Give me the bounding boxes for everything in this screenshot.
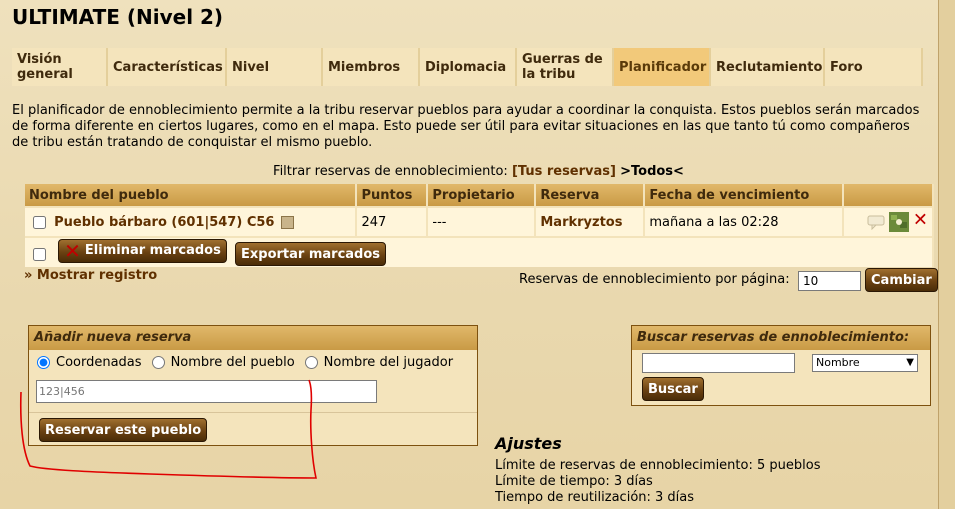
search-field-select[interactable]: Nombre ▼	[812, 354, 918, 372]
radio-coordinates[interactable]	[37, 356, 50, 369]
reservations-table: Nombre del pueblo Puntos Propietario Res…	[25, 184, 934, 267]
radio-coordinates-label: Coordenadas	[56, 355, 142, 370]
radio-village-name[interactable]	[151, 356, 165, 369]
radio-village-name-label: Nombre del pueblo	[170, 355, 295, 370]
tab-diplomacia[interactable]: Diplomacia	[420, 48, 517, 86]
tab-guerras-de-la-tribu[interactable]: Guerras de la tribu	[517, 48, 614, 86]
column-header-expiry[interactable]: Fecha de vencimiento	[644, 184, 845, 207]
tab-label: Visión general	[17, 52, 73, 82]
tab-label: Miembros	[328, 59, 401, 75]
tab-label: Diplomacia	[425, 59, 507, 75]
tab-label: Planificador	[619, 59, 707, 75]
map-location-icon[interactable]	[888, 212, 909, 232]
filter-label: Filtrar reservas de ennoblecimiento:	[273, 164, 508, 179]
tab-label: Características	[113, 59, 223, 75]
tab-nivel[interactable]: Nivel	[227, 48, 323, 86]
tab-vision-general[interactable]: Visión general	[12, 48, 108, 86]
per-page-input[interactable]	[798, 271, 861, 291]
tab-miembros[interactable]: Miembros	[323, 48, 420, 86]
comment-icon[interactable]	[867, 214, 885, 231]
filter-my-reservations-link[interactable]: [Tus reservas]	[512, 164, 616, 179]
tab-label: Reclutamiento	[716, 59, 823, 75]
tab-planificador[interactable]: Planificador	[614, 48, 711, 86]
add-reservation-title: Añadir nueva reserva	[29, 326, 477, 350]
tribe-tab-bar: Visión general Características Nivel Mie…	[12, 48, 923, 86]
tab-foro[interactable]: Foro	[825, 48, 923, 86]
table-header-row: Nombre del pueblo Puntos Propietario Res…	[25, 184, 934, 207]
bulk-actions-cell: ✕ Eliminar marcados Exportar marcados	[25, 236, 934, 267]
village-info-icon[interactable]	[280, 215, 294, 229]
search-field-value: Nombre	[816, 356, 860, 369]
per-page-control: Reservas de ennoblecimiento por página:	[519, 271, 861, 291]
planner-description: El planificador de ennoblecimiento permi…	[12, 103, 920, 150]
column-header-owner[interactable]: Propietario	[427, 184, 537, 207]
row-select-checkbox[interactable]	[33, 215, 46, 229]
tab-caracteristicas[interactable]: Características	[108, 48, 227, 86]
search-reservations-input[interactable]	[642, 353, 795, 373]
search-button[interactable]: Buscar	[642, 377, 704, 401]
coordinates-input[interactable]	[36, 380, 377, 403]
reserved-by-player-link[interactable]: Markryztos	[540, 215, 622, 230]
delete-marked-button[interactable]: ✕ Eliminar marcados	[58, 238, 227, 263]
column-header-village[interactable]: Nombre del pueblo	[25, 184, 358, 207]
tab-label: Foro	[830, 59, 863, 75]
tab-reclutamiento[interactable]: Reclutamiento	[711, 48, 825, 86]
actions-cell: ✕	[843, 206, 934, 237]
chevron-down-icon: ▼	[906, 357, 914, 368]
column-header-actions	[843, 184, 934, 207]
village-link[interactable]: Pueblo bárbaro (601|547) C56	[54, 215, 274, 230]
page-title: ULTIMATE (Nivel 2)	[12, 5, 224, 29]
search-reservations-title: Buscar reservas de ennoblecimiento:	[632, 326, 930, 350]
delete-x-icon: ✕	[64, 238, 81, 263]
expiry-cell: mañana a las 02:28	[644, 206, 845, 237]
reservation-filter: Filtrar reservas de ennoblecimiento: [Tu…	[0, 164, 955, 179]
settings-time-limit-line: Límite de tiempo: 3 días	[495, 474, 653, 489]
delete-reservation-icon[interactable]: ✕	[913, 210, 928, 231]
reserve-village-button[interactable]: Reservar este pueblo	[39, 418, 208, 442]
show-log-link[interactable]: » Mostrar registro	[24, 268, 157, 283]
column-header-points[interactable]: Puntos	[356, 184, 429, 207]
right-frame-border	[938, 0, 955, 509]
radio-player-name[interactable]	[304, 356, 318, 369]
settings-title: Ajustes	[495, 434, 562, 453]
radio-player-name-label: Nombre del jugador	[323, 355, 454, 370]
per-page-label: Reservas de ennoblecimiento por página:	[519, 272, 790, 287]
points-cell: 247	[356, 206, 429, 237]
owner-cell: ---	[427, 206, 537, 237]
table-row: Pueblo bárbaro (601|547) C56 247 --- Mar…	[25, 206, 934, 237]
settings-limit-line: Límite de reservas de ennoblecimiento: 5…	[495, 458, 821, 473]
search-type-radio-group: Coordenadas Nombre del pueblo Nombre del…	[37, 355, 453, 370]
tab-label: Guerras de la tribu	[522, 52, 603, 82]
delete-marked-label: Eliminar marcados	[84, 243, 221, 259]
search-reservations-panel: Buscar reservas de ennoblecimiento: Nomb…	[631, 325, 931, 406]
village-cell: Pueblo bárbaro (601|547) C56	[25, 206, 358, 237]
tab-label: Nivel	[232, 59, 270, 75]
bulk-actions-row: ✕ Eliminar marcados Exportar marcados	[25, 236, 934, 267]
column-header-reserved-by[interactable]: Reserva	[535, 184, 646, 207]
filter-all-current: >Todos<	[620, 164, 684, 179]
panel-divider	[29, 412, 477, 413]
add-reservation-panel: Añadir nueva reserva Coordenadas Nombre …	[28, 325, 478, 446]
export-marked-button[interactable]: Exportar marcados	[235, 242, 387, 267]
reserved-by-cell: Markryztos	[535, 206, 646, 237]
change-per-page-button[interactable]: Cambiar	[865, 268, 938, 292]
settings-cooldown-line: Tiempo de reutilización: 3 días	[495, 490, 695, 505]
select-all-checkbox[interactable]	[33, 247, 46, 261]
